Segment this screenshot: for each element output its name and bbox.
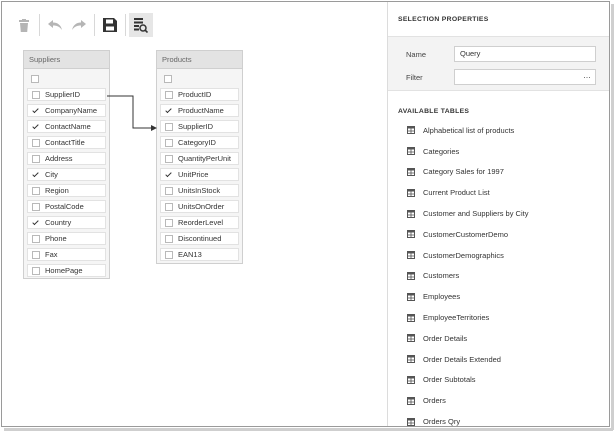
available-table-label: Orders bbox=[423, 396, 446, 406]
table-grid-icon bbox=[407, 396, 415, 405]
table-grid-icon bbox=[407, 271, 415, 280]
name-label: Name bbox=[406, 50, 427, 59]
name-value: Query bbox=[460, 49, 481, 58]
table-grid-icon bbox=[407, 251, 415, 260]
table-grid-icon bbox=[407, 334, 415, 343]
available-table-label: Order Subtotals bbox=[423, 375, 476, 385]
selection-properties-box: Name Query Filter … bbox=[388, 36, 609, 91]
available-table-item[interactable]: CustomerCustomerDemo bbox=[388, 224, 609, 245]
selection-properties-title: SELECTION PROPERTIES bbox=[398, 16, 489, 23]
available-table-item[interactable]: EmployeeTerritories bbox=[388, 307, 609, 328]
name-input[interactable]: Query bbox=[454, 46, 596, 62]
available-table-item[interactable]: Categories bbox=[388, 141, 609, 162]
window-shadow bbox=[611, 4, 614, 430]
available-table-item[interactable]: Category Sales for 1997 bbox=[388, 162, 609, 183]
table-grid-icon bbox=[407, 230, 415, 239]
available-table-label: Orders Qry bbox=[423, 417, 461, 427]
available-table-label: Alphabetical list of products bbox=[423, 125, 515, 135]
available-table-item[interactable]: Order Details bbox=[388, 328, 609, 349]
available-table-item[interactable]: Current Product List bbox=[388, 182, 609, 203]
window-shadow bbox=[4, 428, 613, 431]
table-grid-icon bbox=[407, 188, 415, 197]
available-table-item[interactable]: Customers bbox=[388, 266, 609, 287]
available-table-label: Customer and Suppliers by City bbox=[423, 209, 529, 219]
filter-editor-button[interactable]: … bbox=[583, 70, 591, 82]
available-table-label: Current Product List bbox=[423, 188, 490, 198]
available-tables-list: Alphabetical list of products Categories C… bbox=[388, 120, 609, 427]
table-grid-icon bbox=[407, 292, 415, 301]
designer-canvas[interactable]: Suppliers SupplierID CompanyName ContactNa… bbox=[2, 2, 387, 427]
table-grid-icon bbox=[407, 209, 415, 218]
available-table-label: CustomerDemographics bbox=[423, 250, 504, 260]
table-grid-icon bbox=[407, 147, 415, 156]
relation-line[interactable] bbox=[2, 2, 387, 427]
available-table-label: Category Sales for 1997 bbox=[423, 167, 504, 177]
table-grid-icon bbox=[407, 313, 415, 322]
available-table-label: Employees bbox=[423, 292, 461, 302]
available-table-label: CustomerCustomerDemo bbox=[423, 229, 509, 239]
table-grid-icon bbox=[407, 417, 415, 426]
available-table-item[interactable]: CustomerDemographics bbox=[388, 245, 609, 266]
table-grid-icon bbox=[407, 167, 415, 176]
properties-panel: SELECTION PROPERTIES Name Query Filter …… bbox=[387, 2, 609, 427]
available-table-item[interactable]: Alphabetical list of products bbox=[388, 120, 609, 141]
available-table-item[interactable]: Orders bbox=[388, 390, 609, 411]
available-table-item[interactable]: Order Details Extended bbox=[388, 349, 609, 370]
filter-input[interactable]: … bbox=[454, 69, 596, 85]
table-grid-icon bbox=[407, 375, 415, 384]
query-builder-window: Suppliers SupplierID CompanyName ContactNa… bbox=[1, 1, 610, 427]
available-table-label: Categories bbox=[423, 146, 460, 156]
available-table-label: Order Details Extended bbox=[423, 354, 501, 364]
available-table-label: Customers bbox=[423, 271, 460, 281]
available-table-label: Order Details bbox=[423, 333, 468, 343]
filter-label: Filter bbox=[406, 73, 423, 82]
available-table-item[interactable]: Employees bbox=[388, 286, 609, 307]
available-table-item[interactable]: Customer and Suppliers by City bbox=[388, 203, 609, 224]
table-grid-icon bbox=[407, 355, 415, 364]
available-table-item[interactable]: Orders Qry bbox=[388, 411, 609, 427]
available-table-label: EmployeeTerritories bbox=[423, 313, 490, 323]
table-grid-icon bbox=[407, 126, 415, 135]
available-table-item[interactable]: Order Subtotals bbox=[388, 370, 609, 391]
available-tables-title: AVAILABLE TABLES bbox=[398, 108, 470, 115]
